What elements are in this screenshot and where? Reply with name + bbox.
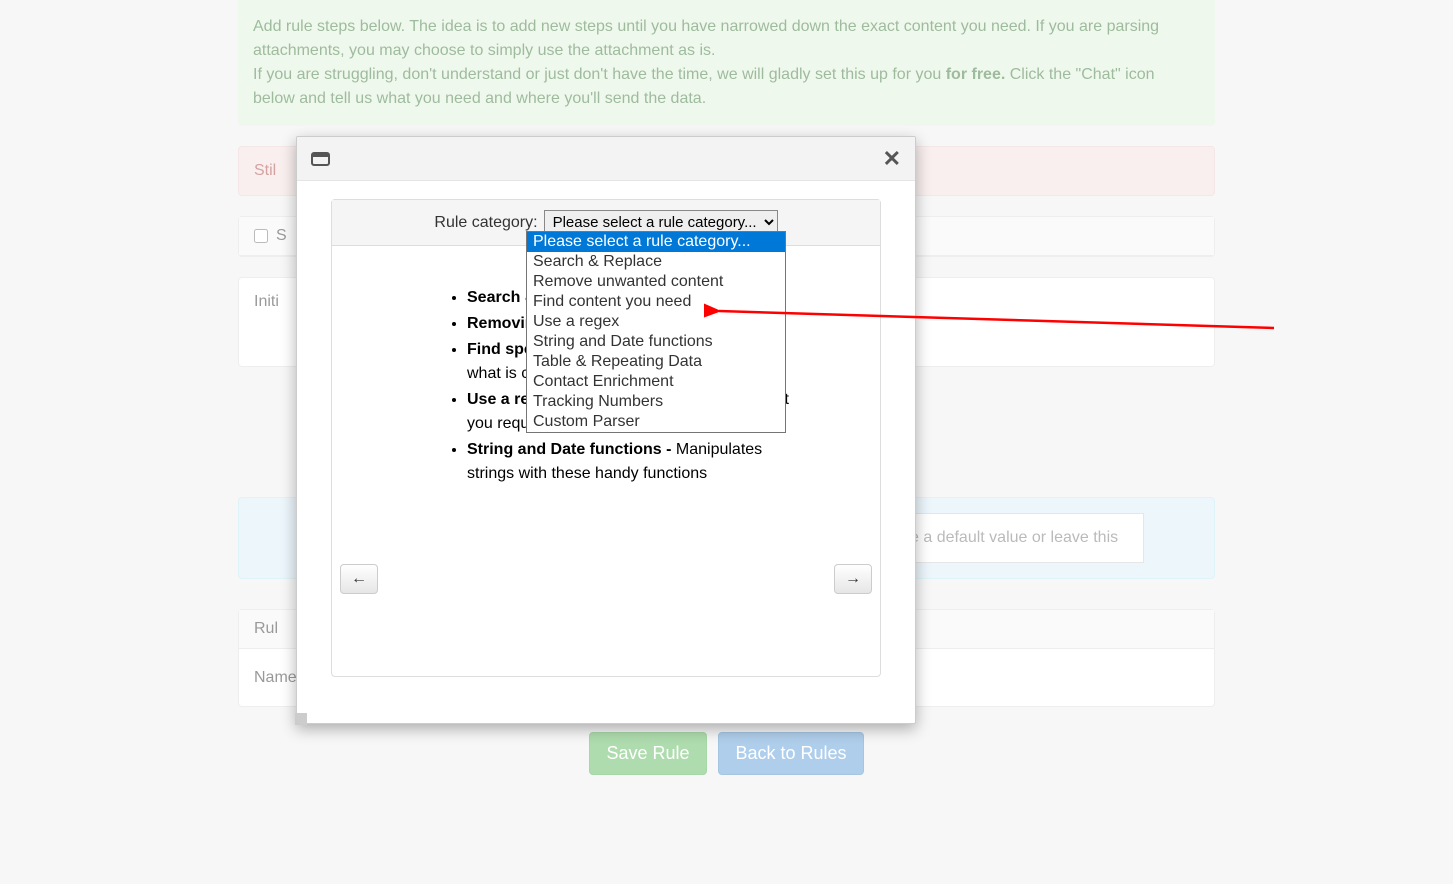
option-search-replace[interactable]: Search & Replace [527,252,785,272]
close-icon[interactable]: ✕ [883,148,901,170]
rule-category-dropdown[interactable]: Please select a rule category... Search … [526,231,786,433]
option-find-content[interactable]: Find content you need [527,292,785,312]
option-table-repeating[interactable]: Table & Repeating Data [527,352,785,372]
window-icon [311,152,330,166]
modal-header: ✕ [297,137,915,181]
prev-button[interactable]: ← [340,564,378,594]
rule-category-label: Rule category: [434,214,537,232]
option-custom-parser[interactable]: Custom Parser [527,412,785,432]
option-placeholder[interactable]: Please select a rule category... [527,232,785,252]
resize-handle[interactable] [295,713,307,725]
arrow-left-icon: ← [351,570,367,588]
option-string-date[interactable]: String and Date functions [527,332,785,352]
option-use-regex[interactable]: Use a regex [527,312,785,332]
next-button[interactable]: → [834,564,872,594]
option-contact-enrichment[interactable]: Contact Enrichment [527,372,785,392]
bullet-string-date: String and Date functions - Manipulates … [467,438,807,486]
option-tracking-numbers[interactable]: Tracking Numbers [527,392,785,412]
arrow-right-icon: → [845,570,861,588]
option-remove-unwanted[interactable]: Remove unwanted content [527,272,785,292]
